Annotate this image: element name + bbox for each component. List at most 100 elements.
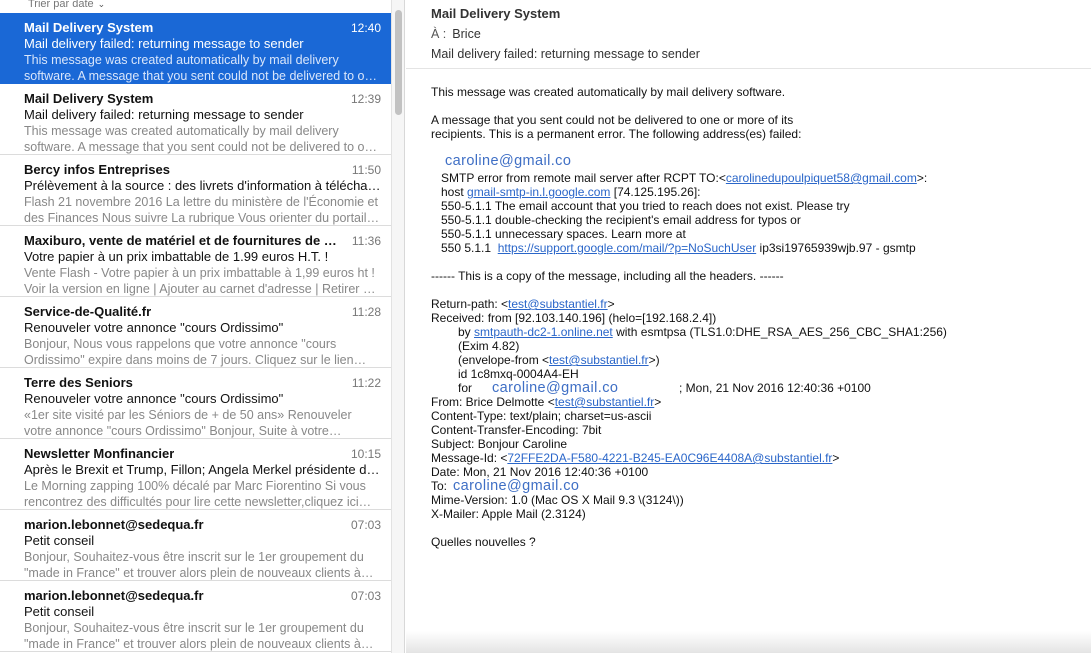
- closing-line: Quelles nouvelles ?: [431, 535, 536, 549]
- recv6-prefix: for: [458, 381, 473, 395]
- host-link[interactable]: gmail-smtp-in.l.google.com: [467, 185, 610, 199]
- item-preview: Vente Flash - Votre papier à un prix imb…: [24, 266, 377, 296]
- smtp-prefix: SMTP error from remote mail server after…: [441, 171, 726, 185]
- smtpauth-link[interactable]: smtpauth-dc2-1.online.net: [474, 325, 613, 339]
- sort-label: Trier par date: [28, 0, 94, 10]
- to-header-label: To:: [431, 479, 448, 493]
- item-preview: Bonjour, Souhaitez-vous être inscrit sur…: [24, 621, 364, 651]
- recv6-suffix: ; Mon, 21 Nov 2016 12:40:36 +0100: [679, 381, 871, 395]
- item-preview: «1er site visité par les Séniors de + de…: [24, 408, 352, 438]
- copy-separator: ------ This is a copy of the message, in…: [431, 269, 784, 283]
- err4-prefix: 550 5.1.1: [441, 241, 498, 255]
- received-line: Received: from [92.103.140.196] (helo=[1…: [431, 311, 717, 325]
- item-time: 12:39: [350, 92, 381, 106]
- item-sender: Newsletter Monfinancier: [24, 446, 175, 461]
- smtp-error-line: SMTP error from remote mail server after…: [431, 171, 1091, 185]
- message-from: Mail Delivery System: [431, 6, 561, 21]
- error-code-line: 550-5.1.1 double-checking the recipient'…: [441, 213, 801, 227]
- message-list: Trier par date ⌄ Mail Delivery System 12:4…: [0, 0, 391, 653]
- return-path-line: Return-path: <test@substantiel.fr>: [431, 297, 1091, 311]
- msgid-suffix: >: [832, 451, 840, 465]
- mime-version-line: Mime-Version: 1.0 (Mac OS X Mail 9.3 \(3…: [431, 493, 684, 507]
- reading-pane: Mail Delivery System À : Brice Mail deliv…: [406, 0, 1091, 653]
- item-subject: Votre papier à un prix imbattable de 1.9…: [24, 249, 329, 264]
- item-sender: Service-de-Qualité.fr: [24, 304, 152, 319]
- return-path-link[interactable]: test@substantiel.fr: [508, 297, 608, 311]
- host-line: host gmail-smtp-in.l.google.com [74.125.…: [431, 185, 1091, 199]
- item-sender: marion.lebonnet@sedequa.fr: [24, 588, 204, 603]
- msgid-prefix: Message-Id: <: [431, 451, 508, 465]
- message-list-item[interactable]: Mail Delivery System 12:39 Mail delivery f…: [0, 84, 391, 155]
- message-list-item[interactable]: Service-de-Qualité.fr 11:28 Renouveler vot…: [0, 297, 391, 368]
- received-for-line: for caroline@gmail.co ; Mon, 21 Nov 2016 1…: [431, 380, 1091, 396]
- message-list-item[interactable]: Bercy infos Entreprises 11:50 Prélèvement …: [0, 155, 391, 226]
- to-header-line: To: caroline@gmail.co: [431, 478, 1091, 494]
- message-list-item[interactable]: Terre des Seniors 11:22 Renouveler votre a…: [0, 368, 391, 439]
- rp-prefix: Return-path: <: [431, 297, 509, 311]
- message-list-scrollbar[interactable]: [391, 0, 405, 653]
- host-prefix: host: [441, 185, 468, 199]
- item-sender: Mail Delivery System: [24, 20, 154, 35]
- message-list-item[interactable]: marion.lebonnet@sedequa.fr 07:03 Petit con…: [0, 510, 391, 581]
- item-time: 07:03: [350, 589, 381, 603]
- item-time: 11:36: [351, 234, 381, 248]
- content-type-line: Content-Type: text/plain; charset=us-asc…: [431, 409, 652, 423]
- scrollbar-thumb[interactable]: [395, 10, 402, 115]
- item-subject: Mail delivery failed: returning message …: [24, 36, 304, 51]
- item-time: 11:28: [351, 305, 381, 319]
- recv2-prefix: by: [458, 325, 475, 339]
- message-to-row: À : Brice: [431, 24, 1091, 44]
- item-subject: Renouveler votre annonce "cours Ordissim…: [24, 320, 284, 335]
- body-error-line2: recipients. This is a permanent error. T…: [431, 127, 802, 141]
- message-list-item[interactable]: Maxiburo, vente de matériel et de fourni…: [0, 226, 391, 297]
- message-to[interactable]: Brice: [452, 27, 480, 41]
- item-preview: This message was created automatically b…: [24, 53, 379, 83]
- smtp-suffix: >:: [916, 171, 928, 185]
- body-error-line1: A message that you sent could not be del…: [431, 113, 794, 127]
- support-link[interactable]: https://support.google.com/mail/?p=NoSuc…: [498, 241, 756, 255]
- failed-address: caroline@gmail.co: [431, 153, 1091, 171]
- item-subject: Mail delivery failed: returning message …: [24, 107, 304, 122]
- item-header-row: Bercy infos Entreprises 11:50: [24, 162, 381, 178]
- item-preview: Bonjour, Souhaitez-vous être inscrit sur…: [24, 550, 364, 580]
- item-subject: Petit conseil: [24, 533, 95, 548]
- to-label: À :: [431, 27, 447, 41]
- envelope-from-link[interactable]: test@substantiel.fr: [549, 353, 649, 367]
- recv2-suffix: with esmtpsa (TLS1.0:DHE_RSA_AES_256_CBC…: [612, 325, 947, 339]
- recv4-suffix: >): [648, 353, 660, 367]
- item-sender: Maxiburo, vente de matériel et de fourni…: [24, 233, 344, 248]
- item-time: 12:40: [350, 21, 381, 35]
- subject-header-line: Subject: Bonjour Caroline: [431, 437, 568, 451]
- item-subject: Renouveler votre annonce "cours Ordissim…: [24, 391, 284, 406]
- message-id-link[interactable]: 72FFE2DA-F580-4221-B245-EA0C96E4408A@sub…: [507, 451, 832, 465]
- smtp-recipient-link[interactable]: carolinedupoulpiquet58@gmail.com: [726, 171, 917, 185]
- message-subject: Mail delivery failed: returning message …: [431, 47, 700, 61]
- chevron-down-icon: ⌄: [97, 0, 106, 9]
- err4-suffix: ip3si19765939wjb.97 - gsmtp: [756, 241, 916, 255]
- message-items: Mail Delivery System 12:40 Mail delivery f…: [0, 13, 391, 652]
- message-header: Mail Delivery System À : Brice Mail deliv…: [406, 0, 1091, 69]
- item-header-row: Newsletter Monfinancier 10:15: [24, 446, 381, 462]
- recv4-prefix: (envelope-from <: [458, 353, 550, 367]
- to-header-overlay: caroline@gmail.co: [453, 478, 580, 494]
- body-intro: This message was created automatically b…: [431, 85, 786, 99]
- exim-line: (Exim 4.82): [458, 339, 520, 353]
- error-code-line: 550-5.1.1 The email account that you tri…: [441, 199, 850, 213]
- received-for-overlay: caroline@gmail.co: [492, 380, 619, 396]
- message-list-item[interactable]: Mail Delivery System 12:40 Mail delivery f…: [0, 13, 391, 84]
- message-list-item[interactable]: marion.lebonnet@sedequa.fr 07:03 Petit con…: [0, 581, 391, 652]
- message-id-line: Message-Id: <72FFE2DA-F580-4221-B245-EA0…: [431, 451, 1091, 465]
- message-body: This message was created automatically b…: [406, 69, 1091, 549]
- item-sender: Terre des Seniors: [24, 375, 133, 390]
- received-by-line: by smtpauth-dc2-1.online.net with esmtps…: [431, 325, 1091, 339]
- received-id-line: id 1c8mxq-0004A4-EH: [458, 367, 579, 381]
- item-time: 11:22: [351, 376, 381, 390]
- item-preview: Flash 21 novembre 2016 La lettre du mini…: [24, 195, 378, 225]
- item-subject: Petit conseil: [24, 604, 95, 619]
- item-sender: Bercy infos Entreprises: [24, 162, 170, 177]
- recipient-address-overlay: caroline@gmail.co: [445, 153, 572, 169]
- from-header-link[interactable]: test@substantiel.fr: [555, 395, 655, 409]
- item-time: 10:15: [350, 447, 381, 461]
- message-list-item[interactable]: Newsletter Monfinancier 10:15 Après le Bre…: [0, 439, 391, 510]
- sort-control[interactable]: Trier par date ⌄: [0, 0, 391, 10]
